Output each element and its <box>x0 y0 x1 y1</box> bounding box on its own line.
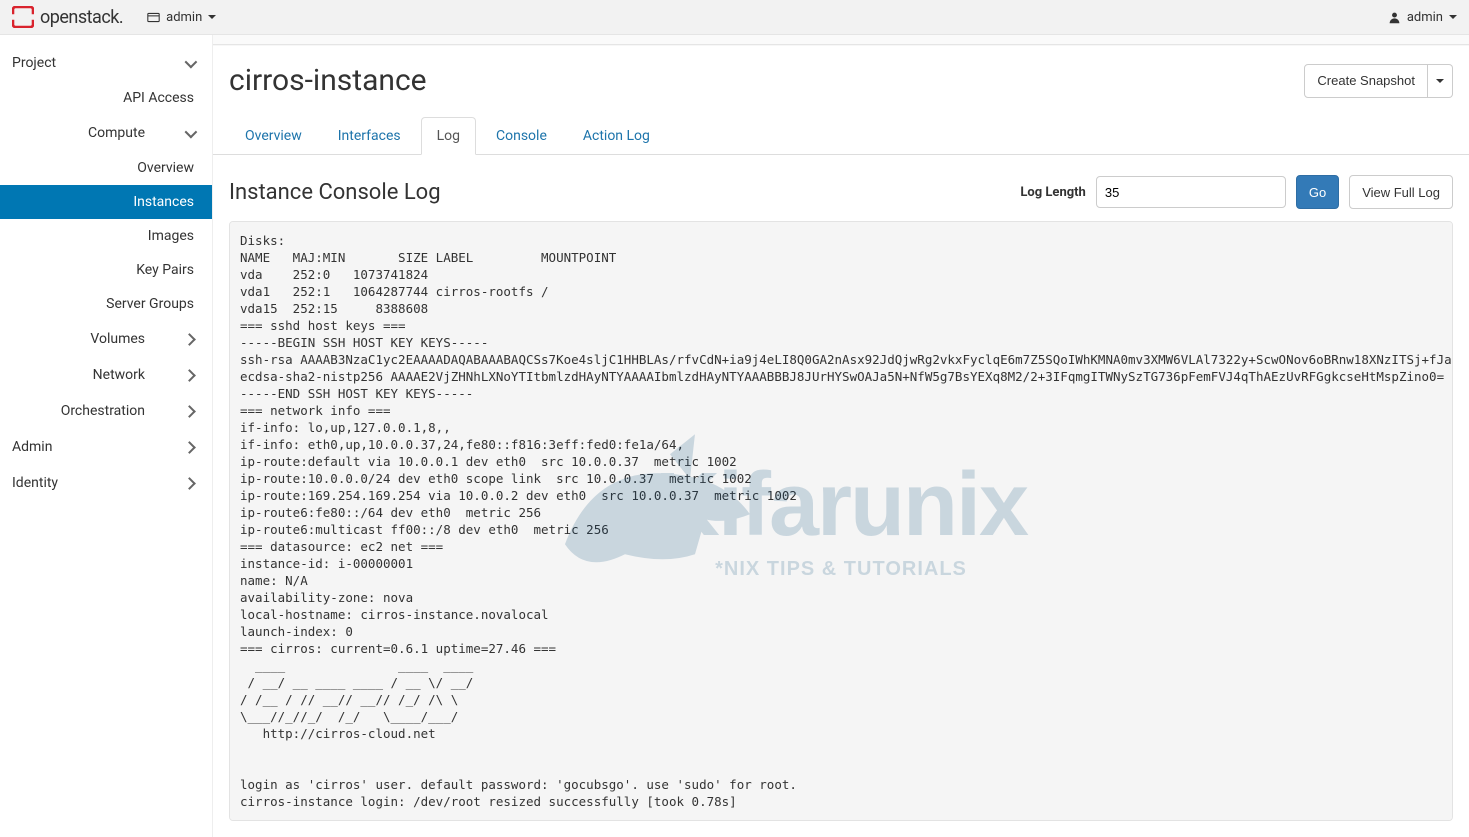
user-label: admin <box>1407 10 1443 25</box>
console-log-output: Kifarunix*NIX TIPS & TUTORIALSDisks: NAM… <box>229 221 1453 821</box>
chevron-right-icon <box>183 369 196 382</box>
sidebar-label: Volumes <box>12 331 185 347</box>
main-content: cirros-instance Create Snapshot Overview… <box>213 35 1469 837</box>
topbar: openstack. admin admin <box>0 0 1469 35</box>
project-icon <box>147 11 160 24</box>
tab-interfaces[interactable]: Interfaces <box>322 117 417 155</box>
snapshot-dropdown-button[interactable] <box>1428 64 1453 98</box>
chevron-right-icon <box>183 477 196 490</box>
sidebar-item-server-groups[interactable]: Server Groups <box>0 287 212 321</box>
tabs: Overview Interfaces Log Console Action L… <box>213 116 1469 155</box>
watermark-tag: *NIX TIPS & TUTORIALS <box>655 557 1027 584</box>
sidebar-group-admin[interactable]: Admin <box>0 429 212 465</box>
chevron-down-icon <box>185 55 198 68</box>
log-heading: Instance Console Log <box>229 180 1010 205</box>
sidebar-item-api-access[interactable]: API Access <box>0 81 212 115</box>
breadcrumb-bar <box>213 35 1469 45</box>
chevron-right-icon <box>183 333 196 346</box>
sidebar: Project API Access Compute Overview Inst… <box>0 35 213 837</box>
sidebar-group-orchestration[interactable]: Orchestration <box>0 393 212 429</box>
log-length-input[interactable] <box>1096 176 1286 208</box>
caret-down-icon <box>1449 15 1457 19</box>
sidebar-label: Admin <box>12 439 185 455</box>
brand[interactable]: openstack. <box>12 6 123 28</box>
sidebar-label: Network <box>12 367 185 383</box>
openstack-logo-icon <box>12 6 34 28</box>
chevron-down-icon <box>185 125 198 138</box>
sidebar-label: Project <box>12 55 185 71</box>
tab-overview[interactable]: Overview <box>229 117 318 155</box>
sidebar-item-images[interactable]: Images <box>0 219 212 253</box>
domain-label: admin <box>166 10 202 25</box>
snapshot-button-group: Create Snapshot <box>1304 64 1453 98</box>
chevron-right-icon <box>183 405 196 418</box>
log-subheader: Instance Console Log Log Length Go View … <box>213 155 1469 217</box>
view-full-log-button[interactable]: View Full Log <box>1349 175 1453 209</box>
page-title: cirros-instance <box>229 63 1304 98</box>
sidebar-group-compute[interactable]: Compute <box>0 115 212 151</box>
user-menu[interactable]: admin <box>1388 10 1457 25</box>
tab-log[interactable]: Log <box>421 117 476 155</box>
go-button[interactable]: Go <box>1296 175 1339 209</box>
domain-switcher[interactable]: admin <box>147 10 216 25</box>
sidebar-group-volumes[interactable]: Volumes <box>0 321 212 357</box>
sidebar-label: Compute <box>12 125 185 141</box>
sidebar-group-identity[interactable]: Identity <box>0 465 212 501</box>
page-header: cirros-instance Create Snapshot <box>213 45 1469 110</box>
tab-action-log[interactable]: Action Log <box>567 117 666 155</box>
sidebar-group-project[interactable]: Project <box>0 45 212 81</box>
create-snapshot-button[interactable]: Create Snapshot <box>1304 64 1428 98</box>
sidebar-item-overview[interactable]: Overview <box>0 151 212 185</box>
log-length-label: Log Length <box>1020 185 1085 200</box>
console-log-text: Disks: NAME MAJ:MIN SIZE LABEL MOUNTPOIN… <box>240 233 1453 809</box>
tab-console[interactable]: Console <box>480 117 563 155</box>
caret-down-icon <box>208 15 216 19</box>
sidebar-group-network[interactable]: Network <box>0 357 212 393</box>
sidebar-label: Orchestration <box>12 403 185 419</box>
sidebar-label: Identity <box>12 475 185 491</box>
sidebar-item-key-pairs[interactable]: Key Pairs <box>0 253 212 287</box>
chevron-right-icon <box>183 441 196 454</box>
sidebar-item-instances[interactable]: Instances <box>0 185 212 219</box>
user-icon <box>1388 11 1401 24</box>
brand-text: openstack. <box>40 7 123 28</box>
caret-down-icon <box>1436 79 1444 83</box>
